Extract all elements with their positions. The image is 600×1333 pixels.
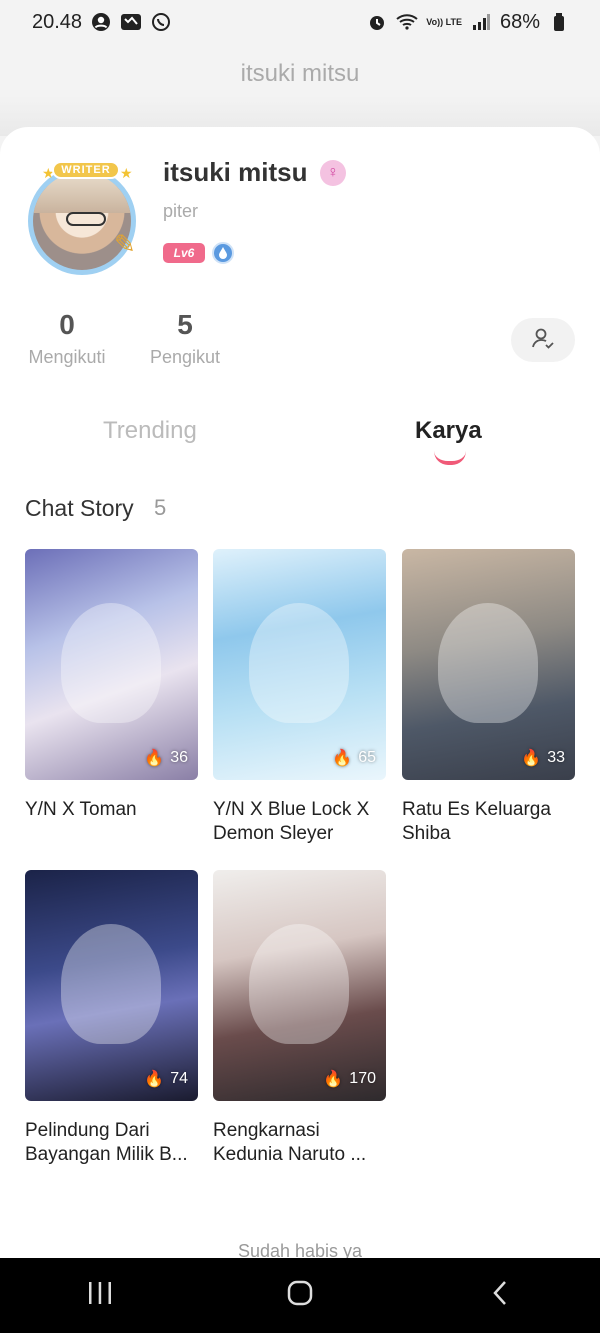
profile-username: piter — [163, 201, 199, 221]
story-title[interactable]: Rengkarnasi Kedunia Naruto ... — [213, 1119, 386, 1167]
avatar-frame[interactable]: ★ ★ WRITER ✎ — [22, 161, 152, 279]
back-icon — [489, 1279, 511, 1312]
wifi-icon — [396, 11, 418, 33]
story-title[interactable]: Ratu Es Keluarga Shiba — [402, 798, 575, 846]
network-label: Vo)) LTE — [426, 16, 462, 27]
story-cover[interactable]: 🔥 74 — [25, 870, 198, 1101]
cover-figure — [438, 603, 538, 723]
status-left: 20.48 — [32, 11, 172, 34]
tab-trending[interactable]: Trending — [103, 417, 197, 445]
story-cover[interactable]: 🔥 33 — [402, 549, 575, 780]
story-view-count: 170 — [349, 1070, 376, 1087]
story-views: 🔥 170 — [323, 1069, 376, 1089]
profile-card: ★ ★ WRITER ✎ itsuki mitsu ♀ piter Lv6 0 … — [0, 127, 600, 1258]
flame-icon: 🔥 — [323, 1071, 344, 1088]
flame-icon: 🔥 — [144, 1071, 165, 1088]
whatsapp-icon — [150, 11, 172, 33]
pen-icon: ✎ — [114, 229, 136, 259]
avatar-glasses — [66, 212, 106, 226]
story-card[interactable]: 🔥 36 Y/N X Toman — [25, 549, 198, 822]
account-icon — [90, 11, 112, 33]
recent-apps-icon — [86, 1280, 114, 1311]
following-label: Mengikuti — [28, 347, 106, 367]
status-bar: 20.48 Vo)) LTE 68% — [0, 0, 600, 44]
story-title[interactable]: Y/N X Toman — [25, 798, 198, 822]
writer-badge: WRITER — [52, 161, 120, 179]
level-badge: Lv6 — [163, 243, 205, 263]
battery-icon — [548, 11, 570, 33]
profile-name: itsuki mitsu — [163, 157, 308, 187]
story-views: 🔥 33 — [521, 748, 565, 768]
tab-active-indicator — [434, 451, 466, 465]
alarm-icon — [366, 11, 388, 33]
edit-profile-button[interactable] — [511, 318, 575, 362]
tab-karya[interactable]: Karya — [415, 417, 482, 445]
story-cover[interactable]: 🔥 170 — [213, 870, 386, 1101]
header-title: itsuki mitsu — [240, 60, 360, 87]
story-views: 🔥 36 — [144, 748, 188, 768]
story-view-count: 74 — [170, 1070, 188, 1087]
following-stat[interactable]: 0 Mengikuti — [25, 309, 109, 368]
add-user-icon — [531, 326, 555, 355]
flame-icon: 🔥 — [144, 750, 165, 767]
story-cover[interactable]: 🔥 36 — [25, 549, 198, 780]
followers-stat[interactable]: 5 Pengikut — [147, 309, 223, 368]
story-card[interactable]: 🔥 170 Rengkarnasi Kedunia Naruto ... — [213, 870, 386, 1167]
home-button[interactable] — [270, 1266, 330, 1326]
story-card[interactable]: 🔥 65 Y/N X Blue Lock X Demon Sleyer — [213, 549, 386, 846]
cover-figure — [61, 924, 161, 1044]
story-views: 🔥 74 — [144, 1069, 188, 1089]
status-right: Vo)) LTE 68% — [366, 11, 570, 34]
cover-figure — [249, 924, 349, 1044]
followers-count: 5 — [177, 309, 193, 340]
star-icon: ★ — [120, 165, 133, 181]
story-card[interactable]: 🔥 33 Ratu Es Keluarga Shiba — [402, 549, 575, 846]
signal-icon — [470, 11, 492, 33]
section-count: 5 — [154, 495, 167, 520]
section-title: Chat Story — [25, 495, 134, 521]
back-button[interactable] — [470, 1266, 530, 1326]
cover-figure — [61, 603, 161, 723]
story-card[interactable]: 🔥 74 Pelindung Dari Bayangan Milik B... — [25, 870, 198, 1167]
recent-apps-button[interactable] — [70, 1266, 130, 1326]
story-view-count: 36 — [170, 749, 188, 766]
story-title[interactable]: Pelindung Dari Bayangan Milik B... — [25, 1119, 198, 1167]
story-cover[interactable]: 🔥 65 — [213, 549, 386, 780]
story-view-count: 65 — [358, 749, 376, 766]
followers-label: Pengikut — [149, 347, 221, 367]
end-of-list-text: Sudah habis ya — [237, 1241, 363, 1258]
cover-figure — [249, 603, 349, 723]
flame-icon: 🔥 — [332, 750, 353, 767]
app-notification-icon — [120, 11, 142, 33]
status-time: 20.48 — [32, 10, 83, 33]
page-header: itsuki mitsu — [0, 44, 600, 104]
drop-icon — [212, 242, 234, 264]
following-count: 0 — [59, 309, 75, 340]
female-icon: ♀ — [320, 160, 346, 186]
story-view-count: 33 — [547, 749, 565, 766]
battery-percent: 68% — [499, 10, 540, 33]
story-title[interactable]: Y/N X Blue Lock X Demon Sleyer — [213, 798, 386, 846]
flame-icon: 🔥 — [521, 750, 542, 767]
home-icon — [286, 1279, 314, 1312]
system-nav-bar — [0, 1258, 600, 1333]
story-views: 🔥 65 — [332, 748, 376, 768]
